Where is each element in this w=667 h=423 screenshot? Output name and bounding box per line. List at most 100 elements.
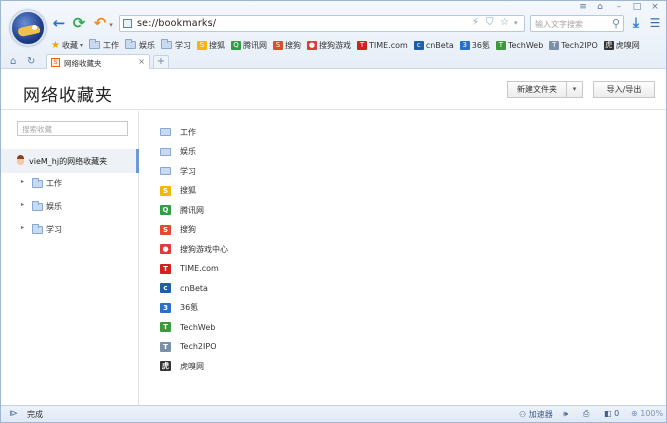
- refresh-button[interactable]: ⟳: [71, 15, 87, 31]
- close-tab-icon[interactable]: ×: [138, 57, 145, 66]
- bookmark-bar-label: 腾讯网: [242, 40, 267, 50]
- sidebar-toggle-icon[interactable]: ⧐: [9, 409, 18, 419]
- browser-logo-icon[interactable]: [10, 10, 46, 46]
- favorites-label: 收藏: [61, 40, 78, 50]
- sidebar-item-label: 学习: [46, 225, 62, 234]
- page-header: 网络收藏夹 新建文件夹 ▾ 导入/导出: [1, 70, 666, 110]
- bookmark-row[interactable]: S 搜狗: [160, 222, 196, 238]
- folder-row[interactable]: 学习: [160, 163, 196, 179]
- bookmark-row[interactable]: 3 36氪: [160, 300, 198, 316]
- huxiu-icon: 虎: [603, 40, 614, 50]
- bookmark-bar-item[interactable]: S 搜狗: [272, 40, 301, 51]
- bookmark-label: cnBeta: [180, 283, 208, 293]
- bookmark-bar-item[interactable]: ● 搜狗游戏: [306, 40, 351, 51]
- sidebar-search-input[interactable]: 搜索收藏: [17, 121, 128, 136]
- home-icon[interactable]: ⌂: [10, 57, 22, 67]
- bookmark-bar-item[interactable]: T TIME.com: [356, 40, 408, 50]
- bookmark-row[interactable]: S 搜狐: [160, 183, 196, 199]
- user-avatar-icon: [15, 155, 25, 166]
- expand-arrow-icon[interactable]: ▸: [21, 201, 24, 208]
- bookmark-label: TIME.com: [180, 264, 219, 273]
- lightning-icon[interactable]: ⚡: [472, 17, 479, 28]
- tools-menu-icon[interactable]: ☰: [648, 15, 662, 31]
- minimize-icon[interactable]: –: [613, 2, 625, 12]
- sogou-game-icon: ●: [160, 244, 171, 254]
- tab-strip: ⌂ ↻ S 网络收藏夹 × +: [1, 54, 666, 69]
- bookmark-label: 虎嗅网: [180, 361, 204, 371]
- bookmark-bar-label: TIME.com: [368, 40, 408, 50]
- bookmark-bar-item[interactable]: 3 36氪: [459, 40, 490, 51]
- bookmark-bar-item[interactable]: T TechWeb: [495, 40, 543, 50]
- folder-icon: [32, 178, 43, 188]
- back-button[interactable]: ←: [51, 15, 67, 31]
- techweb-icon: T: [160, 322, 171, 332]
- techweb-icon: T: [495, 40, 506, 50]
- search-box[interactable]: 输入文字搜索 ⚲: [530, 15, 624, 32]
- search-placeholder[interactable]: 输入文字搜索: [535, 19, 583, 30]
- expand-arrow-icon[interactable]: ▸: [21, 224, 24, 231]
- bookmark-bar-item[interactable]: 工作: [88, 39, 119, 51]
- expand-arrow-icon[interactable]: ▸: [21, 178, 24, 185]
- print-icon[interactable]: ⎙: [583, 409, 589, 419]
- bookmark-label: TechWeb: [180, 322, 216, 332]
- bookmark-bar-item[interactable]: c cnBeta: [413, 40, 454, 50]
- search-icon[interactable]: ⚲: [612, 17, 620, 30]
- bookmark-row[interactable]: c cnBeta: [160, 280, 208, 296]
- folder-row[interactable]: 娱乐: [160, 144, 196, 160]
- accelerator-label: 加速器: [528, 410, 553, 419]
- bookmark-bar-item[interactable]: 娱乐: [124, 39, 155, 51]
- favorites-menu[interactable]: ★ 收藏 ▾: [51, 40, 83, 51]
- bookmark-row[interactable]: T TechWeb: [160, 319, 215, 335]
- address-bar[interactable]: se://bookmarks/ ⚡ ⛉ ☆ ▾: [119, 15, 525, 32]
- folder-row[interactable]: 工作: [160, 124, 196, 140]
- new-tab-button[interactable]: +: [153, 55, 169, 68]
- bookmark-bar-item[interactable]: 虎虎嗅网: [603, 40, 640, 51]
- new-folder-dropdown-icon[interactable]: ▾: [567, 81, 583, 98]
- sogou-icon: S: [272, 40, 283, 50]
- menu-icon[interactable]: ≡: [577, 2, 589, 12]
- status-text: 完成: [27, 410, 43, 419]
- zoom-control[interactable]: ⊕ 100%: [631, 409, 663, 418]
- bookmark-bar-item[interactable]: T Tech2IPO: [549, 40, 598, 50]
- folder-icon: [160, 147, 171, 156]
- browser-toolbar: ≡ ⌂ – □ × ← ⟳ ↶ ▾ se://bookmarks/ ⚡ ⛉ ☆ …: [1, 1, 666, 69]
- undo-dropdown-icon[interactable]: ▾: [107, 17, 115, 33]
- new-folder-button[interactable]: 新建文件夹: [507, 81, 567, 98]
- bookmark-row[interactable]: T TIME.com: [160, 261, 219, 277]
- import-export-button[interactable]: 导入/导出: [593, 81, 655, 98]
- bookmark-row[interactable]: T Tech2IPO: [160, 339, 217, 355]
- bookmark-bar-item[interactable]: S 搜狐: [196, 40, 225, 51]
- address-dropdown-icon[interactable]: ▾: [514, 19, 518, 27]
- undo-close-button[interactable]: ↶: [92, 15, 108, 31]
- sogou-game-icon: ●: [306, 40, 317, 50]
- bookmark-label: Tech2IPO: [180, 342, 217, 351]
- sogou-icon: S: [160, 224, 171, 235]
- badge-counter[interactable]: ◧ 0: [604, 409, 619, 418]
- skin-icon[interactable]: ⌂: [594, 2, 606, 12]
- address-url[interactable]: se://bookmarks/: [137, 18, 216, 29]
- sound-icon[interactable]: 🕪: [563, 409, 568, 419]
- cnbeta-icon: c: [160, 283, 171, 293]
- bookmark-bar-item[interactable]: 学习: [160, 39, 191, 51]
- bookmark-bar-item[interactable]: Q 腾讯网: [230, 40, 267, 51]
- folder-icon: [160, 128, 171, 136]
- download-button[interactable]: ⤓: [629, 15, 643, 31]
- bookmark-row[interactable]: Q 腾讯网: [160, 202, 204, 218]
- accelerator-button[interactable]: ⚇ 加速器: [519, 409, 553, 420]
- chevron-down-icon: ▾: [79, 41, 83, 49]
- bookmark-row[interactable]: 虎虎嗅网: [160, 358, 204, 374]
- sidebar-item-entertainment[interactable]: ▸ 娱乐: [1, 197, 139, 215]
- bookmark-row[interactable]: ● 搜狗游戏中心: [160, 241, 228, 257]
- tab-refresh-icon[interactable]: ↻: [27, 57, 39, 67]
- folder-icon: [124, 39, 136, 49]
- bookmark-label: 工作: [180, 127, 196, 137]
- sidebar-item-study[interactable]: ▸ 学习: [1, 220, 139, 238]
- star-icon[interactable]: ☆: [500, 17, 509, 28]
- sidebar-root-item[interactable]: vieM_hj的网络收藏夹: [1, 149, 139, 173]
- sidebar-item-work[interactable]: ▸ 工作: [1, 174, 139, 192]
- shield-icon[interactable]: ⛉: [486, 17, 494, 28]
- tab-favorites[interactable]: S 网络收藏夹 ×: [46, 54, 150, 69]
- sidebar-search-placeholder[interactable]: 搜索收藏: [22, 124, 52, 135]
- close-window-icon[interactable]: ×: [649, 2, 661, 12]
- maximize-icon[interactable]: □: [631, 2, 643, 12]
